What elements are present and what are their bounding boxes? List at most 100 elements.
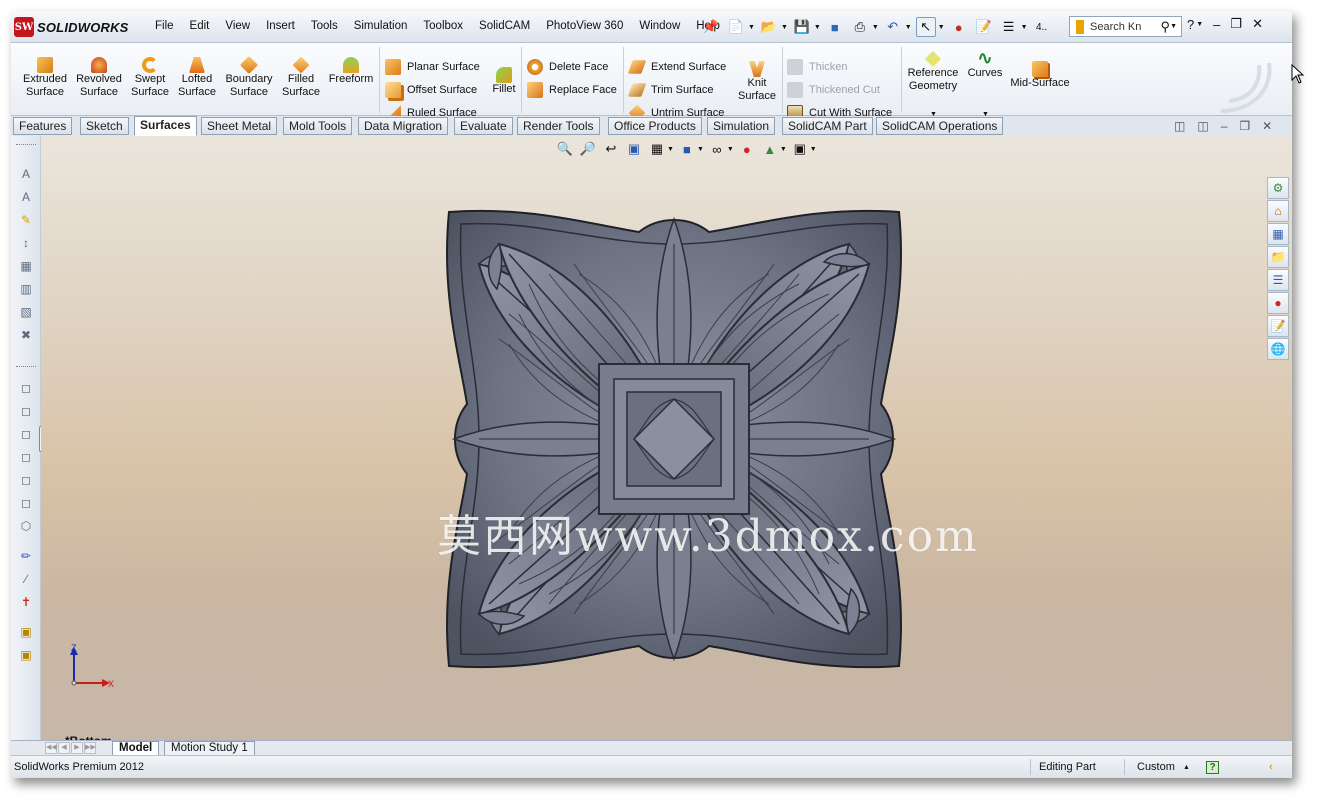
- tab-render-tools[interactable]: Render Tools: [517, 117, 600, 135]
- view-right-icon[interactable]: ◻: [18, 449, 34, 465]
- sketch-fillet-icon[interactable]: ▥: [18, 281, 34, 297]
- menu-window[interactable]: Window: [639, 20, 680, 32]
- select-dropdown-icon[interactable]: ▼: [938, 24, 945, 31]
- unit-system-dropdown-icon[interactable]: ▲: [1183, 764, 1190, 771]
- appearances-icon[interactable]: ●: [1267, 292, 1289, 314]
- layer-properties-icon[interactable]: ▣: [18, 647, 34, 663]
- view-back-icon[interactable]: ◻: [18, 403, 34, 419]
- save-icon[interactable]: 💾: [792, 17, 812, 37]
- hide-show-items-icon[interactable]: ∞: [708, 140, 726, 158]
- move-entities-icon[interactable]: ✝: [18, 594, 34, 610]
- offset-surface-button[interactable]: Offset Surface: [385, 82, 477, 98]
- tab-features[interactable]: Features: [13, 117, 73, 135]
- revolved-surface-button[interactable]: Revolved Surface: [74, 51, 124, 99]
- view-left-icon[interactable]: ◻: [18, 426, 34, 442]
- minimize-icon[interactable]: –: [1213, 17, 1220, 32]
- tab-solidcam-part[interactable]: SolidCAM Part: [782, 117, 873, 135]
- view-orientation-icon[interactable]: ▦: [648, 140, 666, 158]
- first-tab-icon[interactable]: ◀◀: [45, 742, 57, 754]
- save-dropdown-icon[interactable]: ▼: [814, 24, 821, 31]
- sketch-dimension-icon[interactable]: ↕: [18, 235, 34, 251]
- thicken-button[interactable]: Thicken: [787, 59, 848, 75]
- menu-toolbox[interactable]: Toolbox: [423, 20, 463, 32]
- edit-appearance-icon[interactable]: ●: [738, 140, 756, 158]
- sketch-trim-icon[interactable]: ✖: [18, 327, 34, 343]
- view-isometric-icon[interactable]: ⬡: [18, 518, 34, 534]
- reference-geometry-button[interactable]: Reference Geometry: [904, 45, 962, 93]
- view-top-icon[interactable]: ◻: [18, 472, 34, 488]
- print-icon[interactable]: ⎙: [850, 17, 870, 37]
- close-icon[interactable]: ✕: [1252, 16, 1263, 32]
- open-dropdown-icon[interactable]: ▼: [781, 24, 788, 31]
- filled-surface-button[interactable]: Filled Surface: [280, 51, 322, 99]
- tab-model[interactable]: Model: [112, 741, 160, 756]
- zoom-to-area-icon[interactable]: 🔎: [579, 140, 597, 158]
- traffic-light-icon[interactable]: ●: [949, 17, 969, 37]
- file-properties-icon[interactable]: 📝: [974, 17, 994, 37]
- thickened-cut-button[interactable]: Thickened Cut: [787, 82, 880, 98]
- menu-view[interactable]: View: [225, 20, 250, 32]
- undo-dropdown-icon[interactable]: ▼: [905, 24, 912, 31]
- custom-properties-icon[interactable]: 📝: [1267, 315, 1289, 337]
- tab-surfaces[interactable]: Surfaces: [134, 116, 197, 136]
- display-style-dropdown-icon[interactable]: ▼: [697, 146, 704, 153]
- replace-face-button[interactable]: Replace Face: [527, 82, 617, 98]
- curves-button[interactable]: ∿ Curves: [965, 45, 1005, 80]
- tab-data-migration[interactable]: Data Migration: [358, 117, 449, 135]
- view-settings-dropdown-icon[interactable]: ▼: [810, 146, 817, 153]
- tab-motion-study[interactable]: Motion Study 1: [164, 741, 255, 756]
- sketch-offset-icon[interactable]: ▧: [18, 304, 34, 320]
- search-icon[interactable]: ⚲: [1161, 19, 1171, 35]
- sketch-entity-icon[interactable]: ✎: [18, 212, 34, 228]
- viewport-close-icon[interactable]: ✕: [1262, 119, 1272, 133]
- tab-evaluate[interactable]: Evaluate: [454, 117, 513, 135]
- options-icon[interactable]: ☰: [999, 17, 1019, 37]
- menu-simulation[interactable]: Simulation: [354, 20, 408, 32]
- undo-icon[interactable]: ↶: [883, 17, 903, 37]
- menu-file[interactable]: File: [155, 20, 174, 32]
- delete-face-button[interactable]: Delete Face: [527, 59, 608, 75]
- zoom-to-fit-icon[interactable]: 🔍: [556, 140, 574, 158]
- options-dropdown-icon[interactable]: ▼: [1021, 24, 1028, 31]
- menu-photoview[interactable]: PhotoView 360: [546, 20, 623, 32]
- sketch-text-icon[interactable]: A: [18, 166, 34, 182]
- viewport-restore-icon[interactable]: ❐: [1239, 119, 1250, 133]
- tab-solidcam-operations[interactable]: SolidCAM Operations: [876, 117, 1004, 135]
- next-tab-icon[interactable]: ▶: [71, 742, 83, 754]
- tab-office-products[interactable]: Office Products: [608, 117, 702, 135]
- freeform-button[interactable]: Freeform: [327, 51, 375, 86]
- search-dropdown-icon[interactable]: ▼: [1170, 23, 1177, 30]
- graphics-area[interactable]: 🔍 🔎 ↩ ▣ ▦ ▼ ■ ▼ ∞ ▼ ● ▲ ▼ ▣ ▼ 莫西网www.3dm…: [41, 136, 1292, 748]
- swept-surface-button[interactable]: Swept Surface: [129, 51, 171, 99]
- mid-surface-button[interactable]: Mid-Surface: [1008, 55, 1072, 90]
- knit-surface-button[interactable]: Knit Surface: [734, 55, 780, 103]
- more-tools-icon[interactable]: 4..: [1032, 17, 1052, 37]
- view-settings-icon[interactable]: ▣: [791, 140, 809, 158]
- sketch-relation-icon[interactable]: ▦: [18, 258, 34, 274]
- section-view-icon[interactable]: ▣: [625, 140, 643, 158]
- view-palette-icon[interactable]: ☰: [1267, 269, 1289, 291]
- menu-insert[interactable]: Insert: [266, 20, 295, 32]
- apply-scene-icon[interactable]: ▲: [761, 140, 779, 158]
- viewport-minimize-icon[interactable]: –: [1221, 119, 1228, 133]
- layers-icon[interactable]: ▣: [18, 624, 34, 640]
- help-dropdown-icon[interactable]: ▼: [1196, 21, 1203, 28]
- prev-tab-icon[interactable]: ◀: [58, 742, 70, 754]
- pin-icon[interactable]: 📌: [701, 17, 721, 37]
- fillet-button[interactable]: Fillet: [490, 61, 518, 96]
- view-bottom-icon[interactable]: ◻: [18, 495, 34, 511]
- display-style-icon[interactable]: ■: [678, 140, 696, 158]
- view-orientation-dropdown-icon[interactable]: ▼: [667, 146, 674, 153]
- previous-view-icon[interactable]: ↩: [602, 140, 620, 158]
- solidworks-forum-icon[interactable]: 🌐: [1267, 338, 1289, 360]
- tile-vertical-icon[interactable]: ◫: [1197, 119, 1208, 133]
- tab-simulation[interactable]: Simulation: [707, 117, 776, 135]
- select-arrow-icon[interactable]: ↖: [915, 17, 936, 37]
- new-dropdown-icon[interactable]: ▼: [748, 24, 755, 31]
- extruded-surface-button[interactable]: Extruded Surface: [22, 51, 68, 99]
- unit-system[interactable]: Custom: [1137, 761, 1175, 773]
- quick-tips-icon[interactable]: ?: [1206, 761, 1219, 774]
- tab-sheet-metal[interactable]: Sheet Metal: [201, 117, 278, 135]
- expand-status-icon[interactable]: ‹: [1269, 761, 1273, 773]
- menu-edit[interactable]: Edit: [190, 20, 210, 32]
